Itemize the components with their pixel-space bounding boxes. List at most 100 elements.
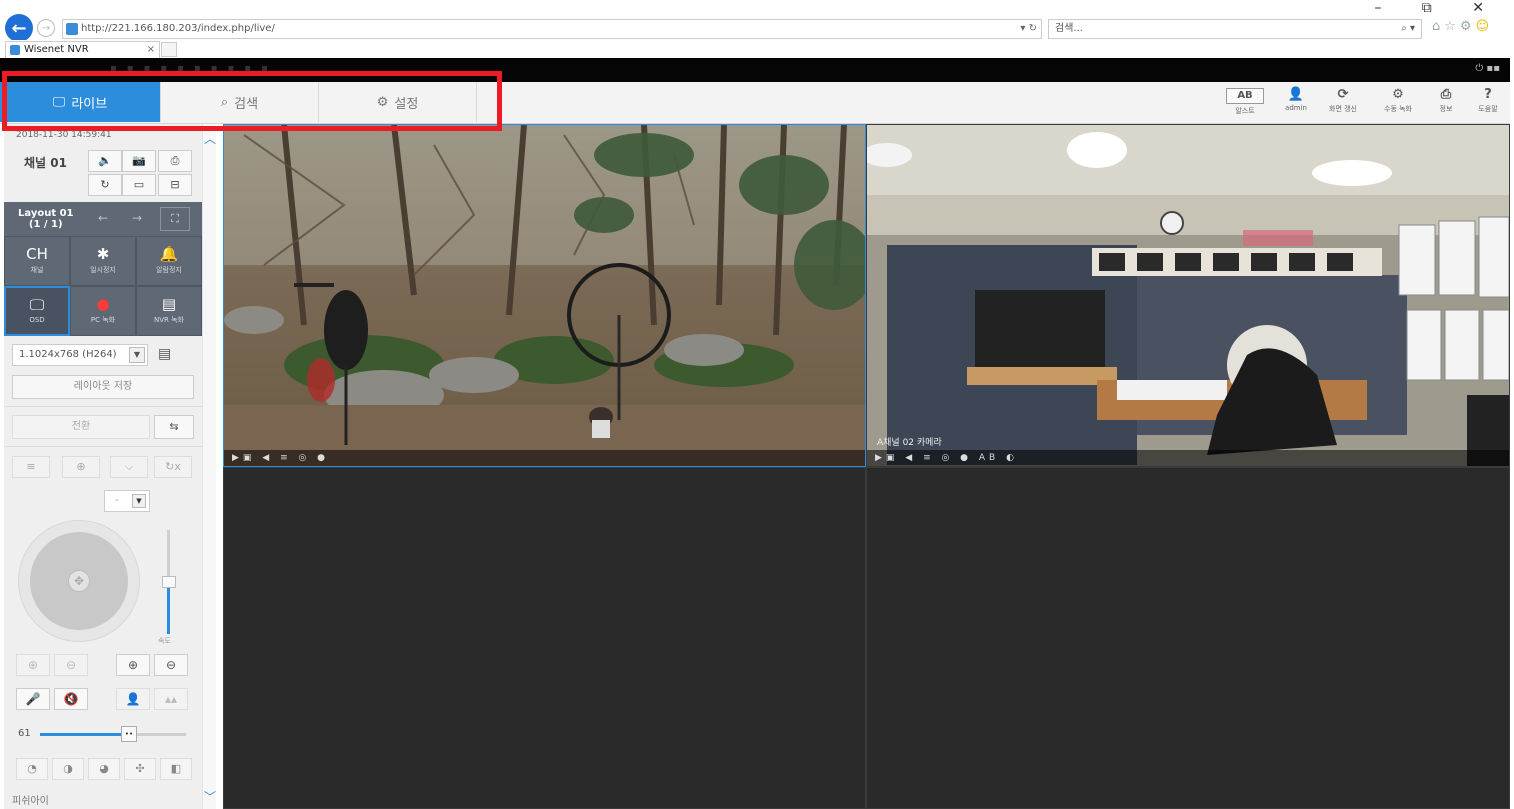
video-tile-2[interactable]: A채널 02 카메라 ▶▣ ◀ ≡ ◎ ● AB ◐ [866, 124, 1510, 467]
zoom-out-button[interactable]: ⊖ [154, 654, 188, 676]
rotate-button[interactable]: ↻ [88, 174, 122, 196]
new-tab-button[interactable] [161, 42, 177, 57]
fisheye-mode-1-button[interactable]: ◔ [16, 758, 48, 780]
save-layout-button[interactable]: 레이아웃 저장 [12, 375, 194, 399]
forest-camera-feed [224, 125, 865, 466]
pause-button[interactable]: ✱ 일시정지 [70, 236, 136, 286]
close-tab-icon[interactable]: × [147, 42, 155, 58]
ptz-joystick-knob[interactable]: ✥ [68, 570, 90, 592]
layout-next-icon[interactable]: → [132, 211, 142, 225]
home-icon[interactable]: ⌂ [1432, 19, 1444, 34]
video-toolbar[interactable]: ▶▣ ◀ ≡ ◎ ● [224, 450, 865, 466]
volume-thumb[interactable]: •• [121, 726, 137, 742]
nvr-record-button[interactable]: ▤ NVR 녹화 [136, 286, 202, 336]
microphone-icon: 🎤 [25, 692, 41, 706]
app-top-icons: ▪▪▪▪▪▪▪▪▪▪ [110, 63, 278, 74]
record-dot-icon: ● [96, 295, 110, 313]
zoom-in-digital-button[interactable]: ⊕ [16, 654, 50, 676]
refresh-icon: ⟳ [1337, 87, 1349, 102]
address-bar[interactable]: http://221.166.180.203/index.php/live/ ▾… [62, 19, 1042, 39]
tab-live[interactable]: 🖵 라이브 [0, 82, 161, 122]
search-icon[interactable]: ⌕ ▾ [1401, 20, 1415, 38]
full-fit-button[interactable]: ⊟ [158, 174, 192, 196]
settings-gear-icon[interactable]: ⚙ [1460, 19, 1476, 34]
layout-name: Layout 01 (1 / 1) [18, 208, 74, 230]
channel-grid-button[interactable]: CH 채널 [4, 236, 70, 286]
favorites-star-icon[interactable]: ☆ [1444, 19, 1460, 34]
refresh-icon[interactable]: ▾ ↻ [1020, 20, 1037, 38]
fisheye-mode-5-button[interactable]: ◧ [160, 758, 192, 780]
video-toolbar[interactable]: ▶▣ ◀ ≡ ◎ ● AB ◐ [867, 450, 1509, 466]
fisheye-mode-2-button[interactable]: ◑ [52, 758, 84, 780]
fisheye-mode-4-button[interactable]: ✣ [124, 758, 156, 780]
resolution-select[interactable]: 1.1024x768 (H264) ▼ [12, 344, 148, 366]
back-arrow-icon[interactable]: ← [5, 14, 33, 42]
fisheye-icon: ◑ [63, 762, 73, 775]
live-control-panel: 2018-11-30 14:59:41 채널 01 🔈 📷 ⎙ ↻ ▭ ⊟ La… [4, 124, 202, 809]
rotate-x-icon: ↻x [165, 460, 181, 473]
stats-button[interactable]: ▴▴ [154, 688, 188, 710]
osd-button[interactable]: 🖵 OSD [4, 286, 70, 336]
feedback-smiley-icon[interactable]: ☺ [1476, 19, 1494, 34]
pc-record-button[interactable]: ● PC 녹화 [70, 286, 136, 336]
video-tile-4-empty[interactable] [866, 467, 1510, 809]
layout-prev-icon[interactable]: ← [98, 211, 108, 225]
preset-value: - [115, 495, 119, 506]
tool-label: 화면 갱신 [1329, 105, 1357, 113]
preset-select[interactable]: - ▼ [104, 490, 150, 512]
video-tile-1[interactable]: ▶▣ ◀ ≡ ◎ ● [223, 124, 866, 467]
audio-button[interactable]: 🔈 [88, 150, 122, 172]
refresh-screen-button[interactable]: ⟳ 화면 갱신 [1321, 88, 1365, 118]
tab-setup-label: 설정 [394, 96, 419, 112]
ptz-speed-thumb[interactable] [162, 576, 176, 588]
fullscreen-icon[interactable]: ⛶ [160, 207, 190, 231]
microphone-button[interactable]: 🎤 [16, 688, 50, 710]
scroll-up-icon[interactable]: ︿ [204, 130, 216, 147]
video-tile-3-empty[interactable] [223, 467, 866, 809]
ptz-rotate-button[interactable]: ↻x [154, 456, 192, 478]
aspect-button[interactable]: ▭ [122, 174, 156, 196]
video-toolbar-icons[interactable]: ▶▣ ◀ ≡ ◎ ● AB ◐ [875, 453, 1018, 463]
fisheye-label: 피쉬아이 [12, 796, 49, 807]
print-button[interactable]: ⎙ [158, 150, 192, 172]
tab-setup[interactable]: ⚙ 설정 [319, 82, 477, 122]
browser-tab[interactable]: Wisenet NVR × [5, 41, 160, 58]
fisheye-mode-3-button[interactable]: ◕ [88, 758, 120, 780]
user-button[interactable]: 👤 admin [1274, 88, 1318, 118]
tab-search[interactable]: ⌕ 검색 [161, 82, 319, 122]
scroll-down-icon[interactable]: ﹀ [204, 788, 216, 805]
ptz-menu-button[interactable]: ≡ [12, 456, 50, 478]
speaker-mute-button[interactable]: 🔇 [54, 688, 88, 710]
logout-icon[interactable]: ⏻ ▪▪ [1475, 63, 1500, 74]
browser-search-input[interactable]: 검색... ⌕ ▾ [1048, 19, 1422, 39]
forward-arrow-icon[interactable]: → [37, 19, 55, 37]
browser-toolbar: ← → http://221.166.180.203/index.php/liv… [0, 0, 1514, 42]
info-icon: ⎙ [1440, 87, 1452, 102]
alarm-test-button[interactable]: AB 알스트 [1223, 88, 1267, 118]
zoom-in-button[interactable]: ⊕ [116, 654, 150, 676]
browser-tool-icons[interactable]: ⌂☆⚙☺ [1432, 19, 1493, 34]
zoom-out-digital-button[interactable]: ⊖ [54, 654, 88, 676]
ptz-swing-button[interactable]: ⌵ [110, 456, 148, 478]
chevron-down-icon[interactable]: ▼ [132, 494, 146, 508]
ch-icon: CH [26, 245, 48, 263]
alarm-stop-button[interactable]: 🔔 알람정지 [136, 236, 202, 286]
nvr-record-icon: ▤ [161, 295, 177, 313]
window-controls[interactable]: – ⧉ ✕ [1374, 0, 1502, 16]
panel-scrollbar[interactable]: ︿ ﹀ [202, 124, 216, 809]
magnifier-icon: ⌕ [220, 94, 229, 110]
ptz-preset-button[interactable]: ⊕ [62, 456, 100, 478]
switch-camera-icon[interactable]: ⇆ [154, 415, 194, 439]
video-toolbar-icons[interactable]: ▶▣ ◀ ≡ ◎ ● [232, 453, 329, 463]
person-button[interactable]: 👤 [116, 688, 150, 710]
capture-button[interactable]: 📷 [122, 150, 156, 172]
grid-button-label: OSD [29, 316, 45, 324]
ab-icon: AB [1226, 88, 1264, 104]
profile-icon[interactable]: ▤ [158, 346, 171, 362]
info-button[interactable]: ⎙ 정보 [1424, 88, 1468, 118]
switch-button[interactable]: 전환 [12, 415, 150, 439]
ptz-speed-track-bg[interactable] [167, 530, 170, 580]
help-button[interactable]: ? 도움말 [1466, 88, 1510, 118]
chevron-down-icon[interactable]: ▼ [129, 347, 145, 363]
manual-record-button[interactable]: ⚙ 수동 녹화 [1376, 88, 1420, 118]
